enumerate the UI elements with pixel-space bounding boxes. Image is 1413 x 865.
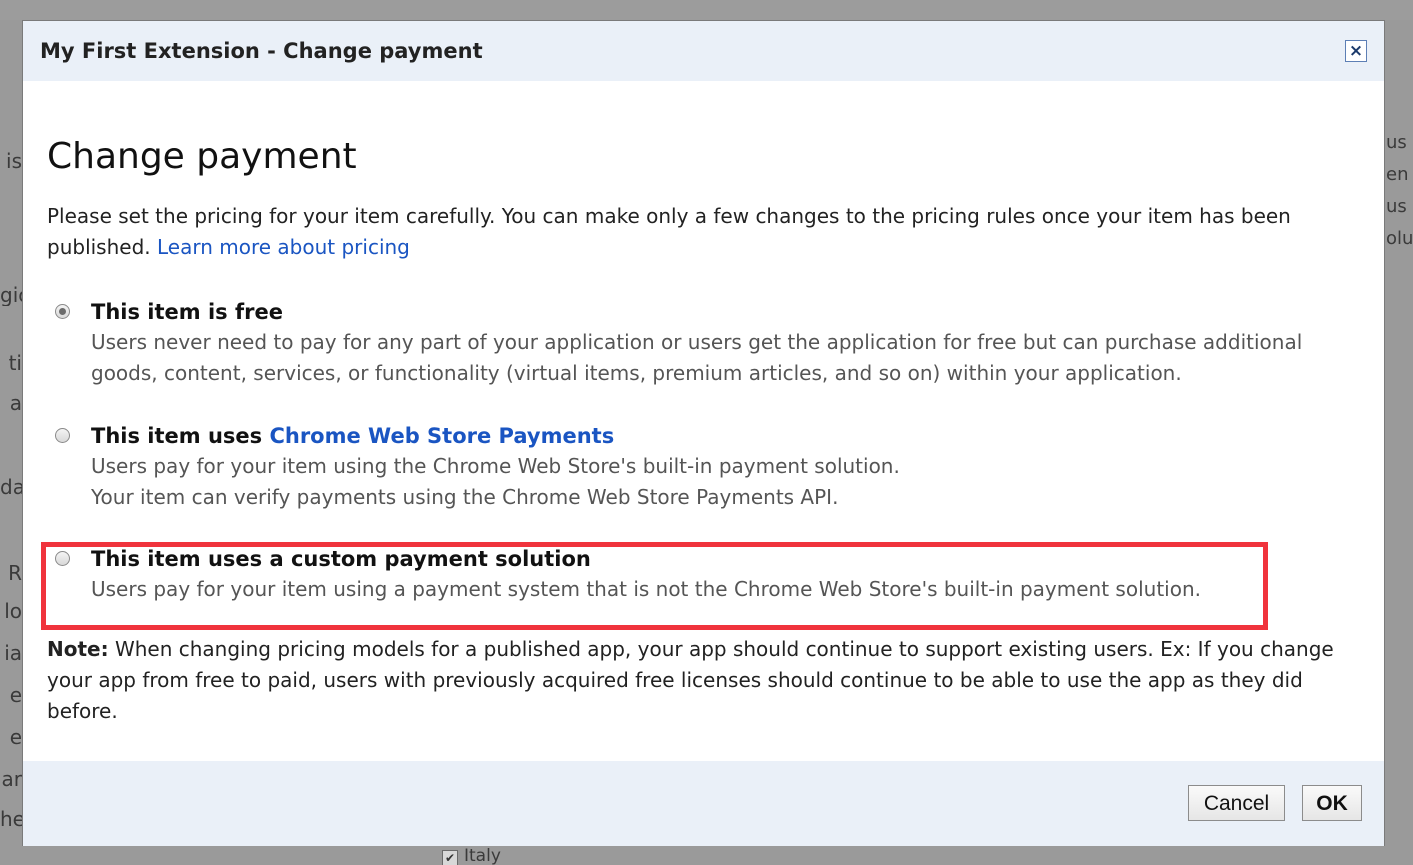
background-text-fragment: ia — [4, 642, 22, 664]
chrome-web-store-payments-link[interactable]: Chrome Web Store Payments — [269, 421, 614, 451]
radio-chrome-payments[interactable] — [55, 428, 70, 443]
ok-button[interactable]: OK — [1302, 785, 1362, 821]
change-payment-dialog: My First Extension - Change payment × Ch… — [22, 20, 1385, 846]
background-text-fragment: a — [9, 392, 22, 414]
background-text-fragment: gic — [0, 284, 22, 306]
note-label: Note: — [47, 637, 109, 661]
option-description: Users pay for your item using a payment … — [91, 577, 1201, 601]
intro-text: Please set the pricing for your item car… — [47, 201, 1357, 263]
option-description: Your item can verify payments using the … — [91, 485, 839, 509]
note-text: Note: When changing pricing models for a… — [47, 634, 1357, 727]
background-country-label: Italy — [464, 846, 501, 865]
dialog-body: Change payment Please set the pricing fo… — [47, 81, 1357, 727]
option-title: This item uses a custom payment solution — [91, 544, 1357, 574]
background-text-fragment: en — [1386, 164, 1409, 185]
dialog-header: My First Extension - Change payment × — [23, 21, 1384, 81]
dialog-title: My First Extension - Change payment — [40, 39, 483, 63]
background-text-fragment: he — [0, 808, 22, 830]
checkbox-checked-icon: ✔ — [442, 850, 458, 865]
background-text-fragment: lo — [4, 600, 22, 622]
close-icon: × — [1348, 41, 1364, 61]
note-body: When changing pricing models for a publi… — [47, 637, 1334, 723]
background-text-fragment: R — [8, 562, 22, 584]
background-country-item: ✔ Italy — [442, 846, 501, 865]
option-description: Users pay for your item using the Chrome… — [91, 454, 900, 478]
option-title: This item uses Chrome Web Store Payments — [91, 421, 1357, 451]
background-text-fragment: us — [1386, 132, 1407, 153]
background-text-fragment: e — [9, 726, 22, 748]
option-title: This item is free — [91, 297, 1357, 327]
option-title-text: This item uses a custom payment solution — [91, 547, 591, 571]
background-top-bar — [0, 0, 1413, 20]
background-text-fragment: da — [0, 476, 22, 498]
background-text-fragment: ti — [8, 352, 22, 374]
radio-custom[interactable] — [55, 551, 70, 566]
learn-more-pricing-link[interactable]: Learn more about pricing — [157, 235, 410, 259]
background-text-fragment: olu — [1386, 228, 1413, 249]
option-title-text: This item uses — [91, 424, 263, 448]
dialog-footer: Cancel OK — [23, 761, 1384, 846]
background-text-fragment: ar — [1, 768, 22, 790]
pricing-option-chrome-payments[interactable]: This item uses Chrome Web Store Payments… — [55, 421, 1357, 513]
option-title-text: This item is free — [91, 300, 283, 324]
background-text-fragment: is — [6, 150, 22, 172]
pricing-option-free[interactable]: This item is free Users never need to pa… — [55, 297, 1357, 389]
close-button[interactable]: × — [1345, 40, 1367, 62]
option-description: Users never need to pay for any part of … — [91, 330, 1303, 385]
background-text-fragment: e — [9, 684, 22, 706]
background-text-fragment: us — [1386, 196, 1407, 217]
page-title: Change payment — [47, 136, 357, 177]
radio-free[interactable] — [55, 304, 70, 319]
pricing-option-custom[interactable]: This item uses a custom payment solution… — [55, 544, 1357, 605]
cancel-button[interactable]: Cancel — [1188, 785, 1285, 821]
